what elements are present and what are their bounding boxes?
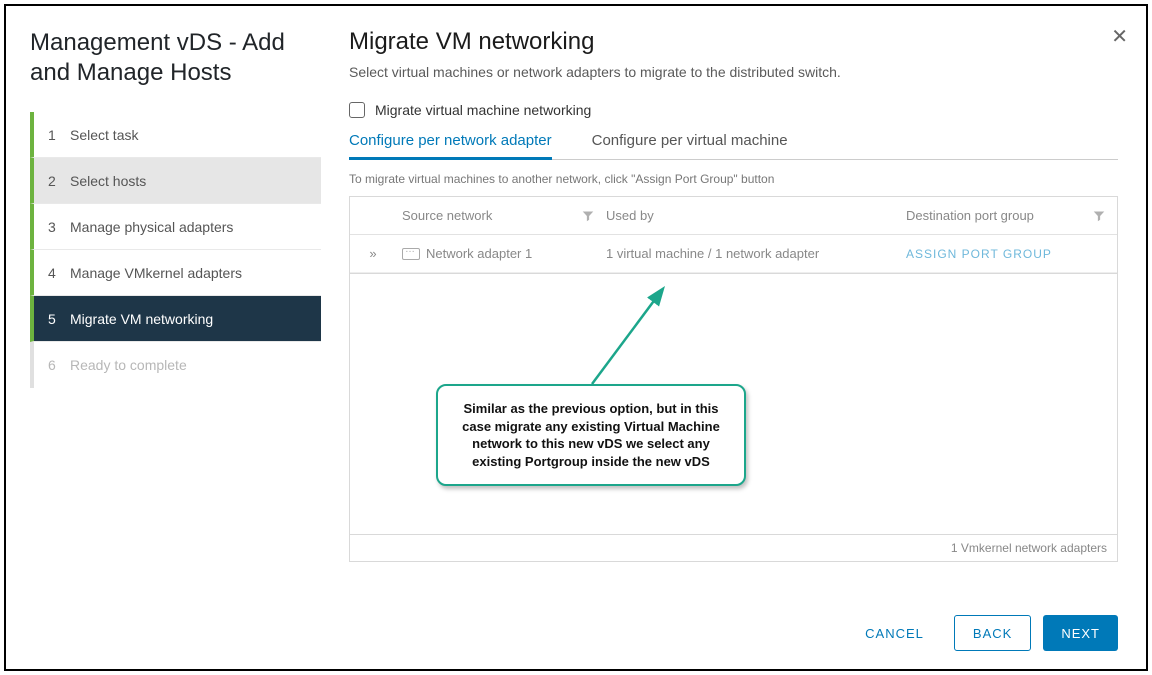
table-footer: 1 Vmkernel network adapters bbox=[349, 534, 1118, 562]
assign-port-group-link[interactable]: ASSIGN PORT GROUP bbox=[906, 247, 1052, 261]
step-label: Ready to complete bbox=[70, 357, 187, 373]
step-label: Manage physical adapters bbox=[70, 219, 233, 235]
step-number: 6 bbox=[48, 357, 70, 373]
step-label: Migrate VM networking bbox=[70, 311, 213, 327]
step-number: 3 bbox=[48, 219, 70, 235]
hint-text: To migrate virtual machines to another n… bbox=[349, 172, 1118, 186]
col-used-by[interactable]: Used by bbox=[606, 208, 906, 223]
step-label: Select task bbox=[70, 127, 138, 143]
tab-configure-per-vm[interactable]: Configure per virtual machine bbox=[592, 132, 788, 159]
step-number: 4 bbox=[48, 265, 70, 281]
filter-icon[interactable] bbox=[582, 210, 594, 222]
adapter-table: Source network Used by Destination port … bbox=[349, 196, 1118, 274]
wizard-dialog: Management vDS - Add and Manage Hosts 1 … bbox=[4, 4, 1148, 671]
step-manage-vmkernel-adapters[interactable]: 4 Manage VMkernel adapters bbox=[30, 250, 321, 296]
close-icon[interactable]: ✕ bbox=[1111, 24, 1128, 49]
wizard-title: Management vDS - Add and Manage Hosts bbox=[30, 28, 321, 88]
step-label: Manage VMkernel adapters bbox=[70, 265, 242, 281]
step-number: 2 bbox=[48, 173, 70, 189]
step-number: 1 bbox=[48, 127, 70, 143]
step-ready-to-complete: 6 Ready to complete bbox=[30, 342, 321, 388]
table-row[interactable]: » Network adapter 1 1 virtual machine / … bbox=[350, 235, 1117, 273]
step-label: Select hosts bbox=[70, 173, 146, 189]
migrate-checkbox-row[interactable]: Migrate virtual machine networking bbox=[349, 102, 1118, 118]
filter-icon[interactable] bbox=[1093, 210, 1105, 222]
step-manage-physical-adapters[interactable]: 3 Manage physical adapters bbox=[30, 204, 321, 250]
main-panel: ✕ Migrate VM networking Select virtual m… bbox=[321, 6, 1146, 669]
wizard-buttons: CANCEL BACK NEXT bbox=[349, 595, 1118, 651]
annotation-callout: Similar as the previous option, but in t… bbox=[436, 384, 746, 486]
tabs: Configure per network adapter Configure … bbox=[349, 132, 1118, 160]
back-button[interactable]: BACK bbox=[954, 615, 1031, 651]
col-destination[interactable]: Destination port group bbox=[906, 208, 1117, 223]
wizard-steps: 1 Select task 2 Select hosts 3 Manage ph… bbox=[30, 112, 321, 388]
wizard-sidebar: Management vDS - Add and Manage Hosts 1 … bbox=[6, 6, 321, 669]
page-subtitle: Select virtual machines or network adapt… bbox=[349, 64, 1118, 80]
step-select-hosts[interactable]: 2 Select hosts bbox=[30, 158, 321, 204]
expand-icon[interactable]: » bbox=[350, 246, 396, 261]
next-button[interactable]: NEXT bbox=[1043, 615, 1118, 651]
cell-destination: ASSIGN PORT GROUP bbox=[906, 246, 1117, 261]
tab-configure-per-adapter[interactable]: Configure per network adapter bbox=[349, 132, 552, 160]
page-title: Migrate VM networking bbox=[349, 28, 1118, 56]
nic-icon bbox=[402, 248, 420, 260]
step-select-task[interactable]: 1 Select task bbox=[30, 112, 321, 158]
step-number: 5 bbox=[48, 311, 70, 327]
checkbox-label: Migrate virtual machine networking bbox=[375, 102, 591, 118]
cell-used-by: 1 virtual machine / 1 network adapter bbox=[606, 246, 906, 261]
step-migrate-vm-networking[interactable]: 5 Migrate VM networking bbox=[30, 296, 321, 342]
cell-source-network: Network adapter 1 bbox=[396, 246, 606, 261]
col-source-network[interactable]: Source network bbox=[396, 208, 606, 223]
table-header: Source network Used by Destination port … bbox=[350, 197, 1117, 235]
cancel-button[interactable]: CANCEL bbox=[847, 615, 942, 651]
checkbox-icon[interactable] bbox=[349, 102, 365, 118]
